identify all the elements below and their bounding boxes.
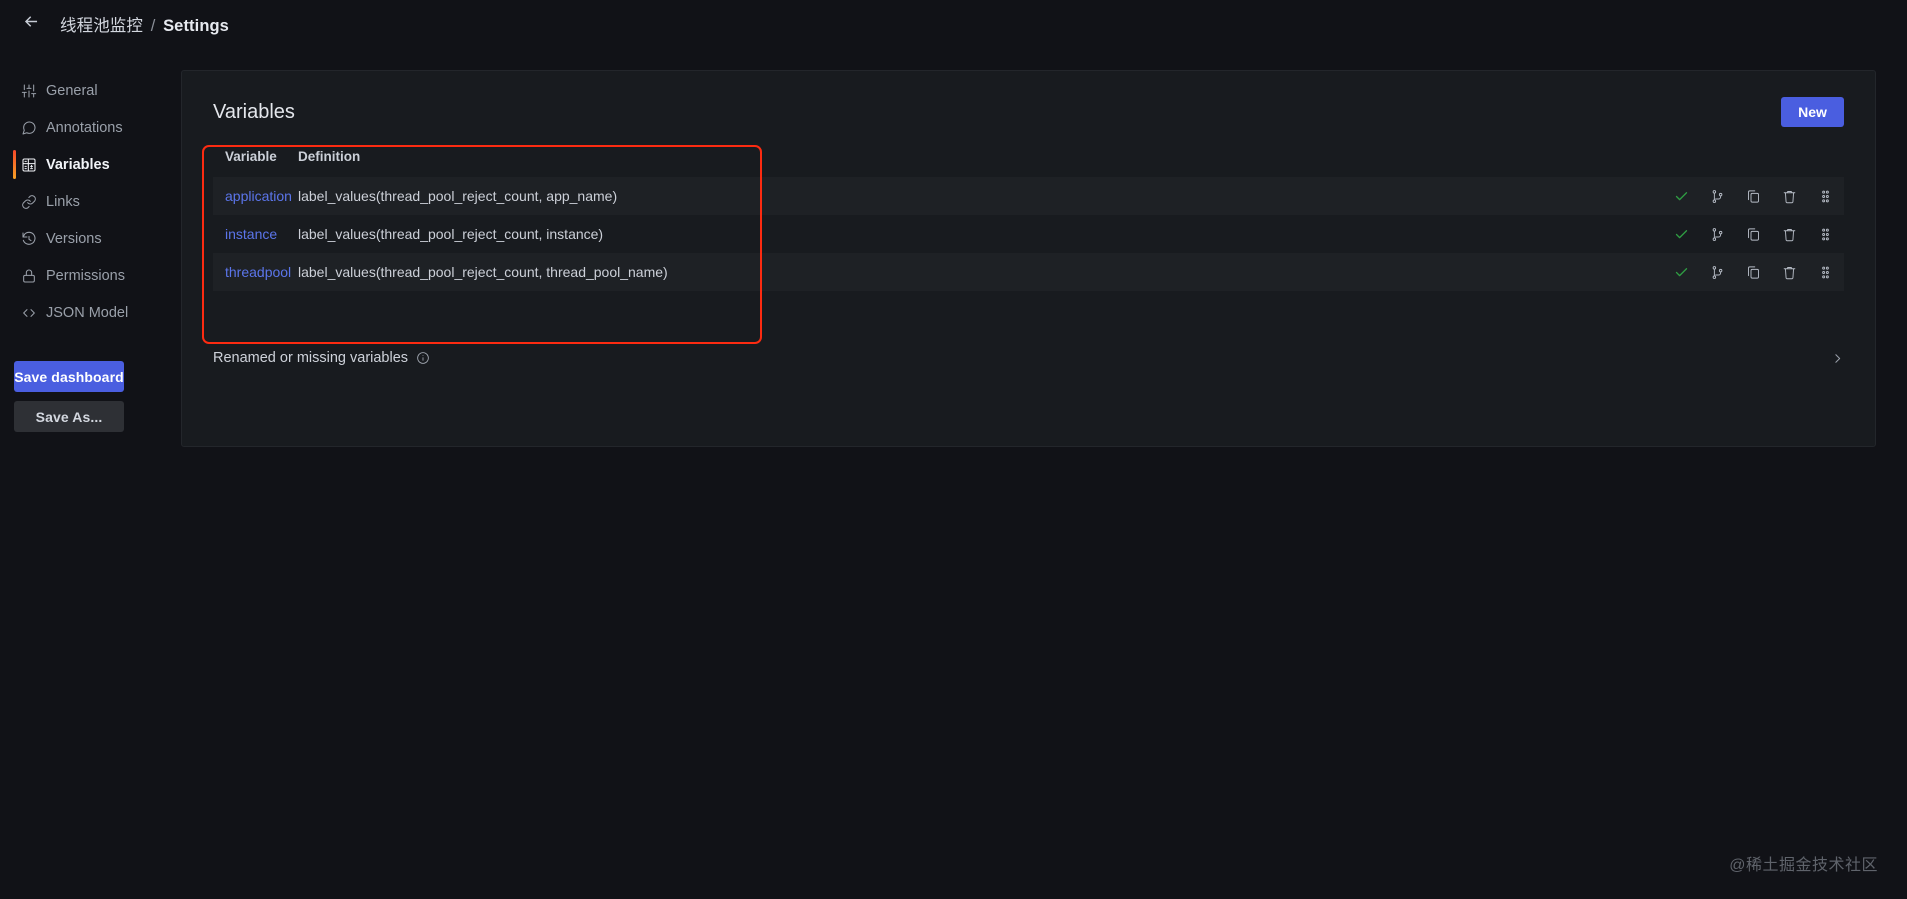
renamed-missing-variables-label: Renamed or missing variables bbox=[213, 350, 409, 366]
table-row[interactable]: instance label_values(thread_pool_reject… bbox=[213, 215, 1844, 253]
variable-name-cell: instance bbox=[213, 215, 298, 253]
breadcrumb: 线程池监控 / Settings bbox=[60, 12, 229, 36]
sidebar-item-label: Permissions bbox=[46, 267, 125, 284]
variables-table: Variable Definition application label_va… bbox=[213, 149, 1844, 291]
sidebar-item-links[interactable]: Links bbox=[0, 183, 148, 220]
variable-actions-cell bbox=[1644, 177, 1844, 215]
variable-name-link[interactable]: threadpool bbox=[225, 264, 291, 280]
variable-name-link[interactable]: instance bbox=[225, 226, 277, 242]
variables-table-wrapper: Variable Definition application label_va… bbox=[202, 145, 1844, 344]
page-title: Variables bbox=[213, 100, 295, 123]
trash-icon[interactable] bbox=[1781, 226, 1798, 243]
comment-icon bbox=[21, 120, 37, 136]
code-branch-icon[interactable] bbox=[1709, 264, 1726, 281]
sidebar-item-json-model[interactable]: JSON Model bbox=[0, 294, 148, 331]
settings-content: Variables New Variable Definition applic… bbox=[148, 48, 1907, 899]
drag-handle-icon[interactable] bbox=[1817, 188, 1834, 205]
sidebar-item-label: JSON Model bbox=[46, 304, 129, 321]
column-header-variable: Variable bbox=[225, 149, 277, 164]
code-branch-icon[interactable] bbox=[1709, 188, 1726, 205]
save-actions: Save dashboard Save As... bbox=[0, 361, 148, 432]
drag-handle-icon[interactable] bbox=[1817, 226, 1834, 243]
back-button[interactable] bbox=[14, 7, 48, 41]
variable-definition-cell: label_values(thread_pool_reject_count, a… bbox=[298, 188, 618, 204]
sidebar-item-variables[interactable]: Variables bbox=[0, 146, 148, 183]
code-icon bbox=[21, 305, 37, 321]
variable-name-cell: application bbox=[213, 177, 298, 215]
calculator-icon bbox=[21, 157, 37, 173]
sidebar-item-label: Variables bbox=[46, 156, 110, 173]
duplicate-icon[interactable] bbox=[1745, 188, 1762, 205]
trash-icon[interactable] bbox=[1781, 188, 1798, 205]
variables-panel-header: Variables New bbox=[213, 97, 1844, 127]
enabled-check-icon[interactable] bbox=[1673, 188, 1690, 205]
table-header-row: Variable Definition bbox=[213, 149, 1844, 177]
save-as-button[interactable]: Save As... bbox=[14, 401, 124, 432]
sidebar-item-label: General bbox=[46, 82, 98, 99]
variable-name-cell: threadpool bbox=[213, 253, 298, 291]
breadcrumb-dashboard-name[interactable]: 线程池监控 bbox=[60, 17, 143, 35]
save-dashboard-button[interactable]: Save dashboard bbox=[14, 361, 124, 392]
sidebar-item-label: Versions bbox=[46, 230, 102, 247]
row-actions bbox=[1644, 264, 1844, 281]
arrow-left-icon bbox=[22, 12, 41, 36]
row-actions bbox=[1644, 188, 1844, 205]
sidebar-item-annotations[interactable]: Annotations bbox=[0, 109, 148, 146]
sidebar-item-general[interactable]: General bbox=[0, 72, 148, 109]
sidebar-item-permissions[interactable]: Permissions bbox=[0, 257, 148, 294]
table-row[interactable]: threadpool label_values(thread_pool_reje… bbox=[213, 253, 1844, 291]
new-variable-button[interactable]: New bbox=[1781, 97, 1844, 127]
breadcrumb-separator: / bbox=[150, 17, 156, 35]
lock-icon bbox=[21, 268, 37, 284]
chevron-right-icon[interactable] bbox=[1831, 352, 1844, 365]
column-header-actions bbox=[1644, 149, 1844, 177]
table-row[interactable]: application label_values(thread_pool_rej… bbox=[213, 177, 1844, 215]
top-bar: 线程池监控 / Settings bbox=[0, 0, 1907, 48]
variable-actions-cell bbox=[1644, 253, 1844, 291]
trash-icon[interactable] bbox=[1781, 264, 1798, 281]
enabled-check-icon[interactable] bbox=[1673, 226, 1690, 243]
link-icon bbox=[21, 194, 37, 210]
column-header-definition: Definition bbox=[298, 149, 361, 164]
variables-table-body: application label_values(thread_pool_rej… bbox=[213, 177, 1844, 291]
code-branch-icon[interactable] bbox=[1709, 226, 1726, 243]
variable-actions-cell bbox=[1644, 215, 1844, 253]
breadcrumb-page: Settings bbox=[163, 17, 229, 35]
variables-panel: Variables New Variable Definition applic… bbox=[181, 70, 1876, 447]
sliders-icon bbox=[21, 83, 37, 99]
variable-definition-cell: label_values(thread_pool_reject_count, i… bbox=[298, 226, 604, 242]
enabled-check-icon[interactable] bbox=[1673, 264, 1690, 281]
watermark: @稀土掘金技术社区 bbox=[1729, 857, 1878, 874]
settings-layout: General Annotations Variables Links Vers bbox=[0, 48, 1907, 899]
drag-handle-icon[interactable] bbox=[1817, 264, 1834, 281]
sidebar-item-label: Annotations bbox=[46, 119, 123, 136]
duplicate-icon[interactable] bbox=[1745, 226, 1762, 243]
variable-definition-cell: label_values(thread_pool_reject_count, t… bbox=[298, 264, 668, 280]
renamed-missing-variables-section[interactable]: Renamed or missing variables bbox=[213, 340, 1844, 376]
info-circle-icon[interactable] bbox=[416, 351, 430, 365]
row-actions bbox=[1644, 226, 1844, 243]
variables-table-head: Variable Definition bbox=[213, 149, 1844, 177]
settings-sidebar: General Annotations Variables Links Vers bbox=[0, 48, 148, 899]
sidebar-item-versions[interactable]: Versions bbox=[0, 220, 148, 257]
duplicate-icon[interactable] bbox=[1745, 264, 1762, 281]
history-icon bbox=[21, 231, 37, 247]
sidebar-item-label: Links bbox=[46, 193, 80, 210]
variable-name-link[interactable]: application bbox=[225, 188, 292, 204]
